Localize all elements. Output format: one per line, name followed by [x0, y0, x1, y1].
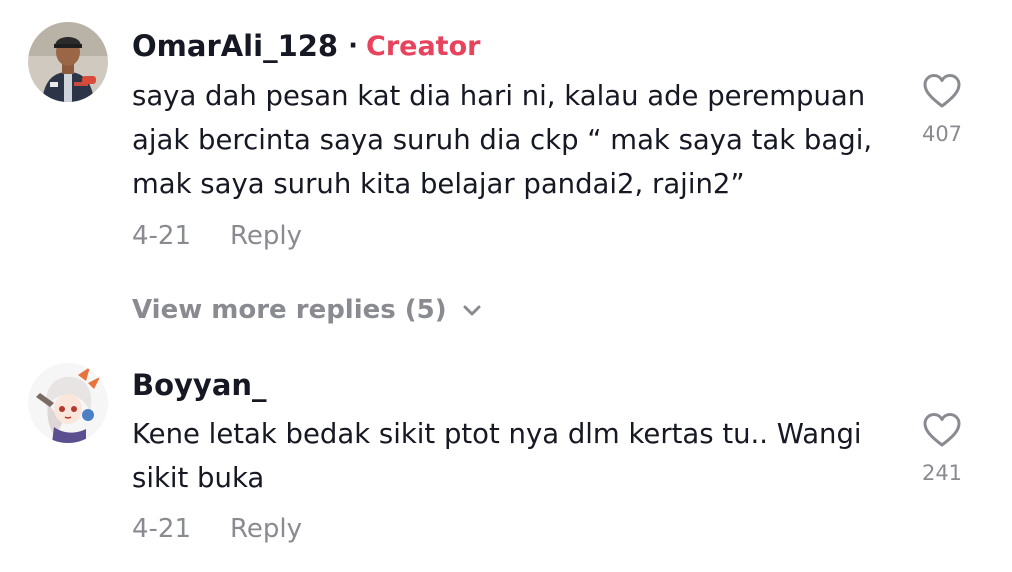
- chevron-down-icon: [463, 305, 481, 316]
- like-count: 407: [921, 122, 963, 146]
- heart-icon[interactable]: [922, 411, 962, 451]
- like-control: 407: [912, 72, 972, 146]
- comment-item: Boyyan_ Kene letak bedak sikit ptot nya …: [0, 345, 1012, 572]
- user-photo-avatar-icon: [28, 22, 108, 102]
- username[interactable]: OmarAli_128: [132, 29, 338, 63]
- avatar[interactable]: [28, 22, 108, 102]
- heart-icon[interactable]: [922, 72, 962, 112]
- like-control: 241: [912, 411, 972, 485]
- like-count: 241: [921, 461, 963, 485]
- username-line: Boyyan_: [132, 363, 267, 407]
- reply-button[interactable]: Reply: [230, 514, 302, 544]
- comment-meta: 4-21 Reply: [132, 512, 302, 546]
- comment-text: saya dah pesan kat dia hari ni, kalau ad…: [132, 80, 873, 200]
- anime-character-avatar-icon: [28, 363, 108, 443]
- username[interactable]: Boyyan_: [132, 368, 267, 402]
- username-line: OmarAli_128 · Creator: [132, 24, 480, 68]
- comment-item: OmarAli_128 · Creator saya dah pesan kat…: [0, 0, 1012, 325]
- comment-date: 4-21: [132, 221, 192, 251]
- comment-meta: 4-21 Reply: [132, 219, 302, 253]
- comment-text: Kene letak bedak sikit ptot nya dlm kert…: [132, 418, 862, 494]
- separator-dot: ·: [348, 31, 358, 61]
- view-more-replies-button[interactable]: View more replies (5): [132, 292, 483, 328]
- view-more-replies-label: View more replies (5): [132, 295, 447, 325]
- creator-badge: Creator: [366, 30, 481, 62]
- comment-date: 4-21: [132, 514, 192, 544]
- avatar[interactable]: [28, 363, 108, 443]
- reply-button[interactable]: Reply: [230, 221, 302, 251]
